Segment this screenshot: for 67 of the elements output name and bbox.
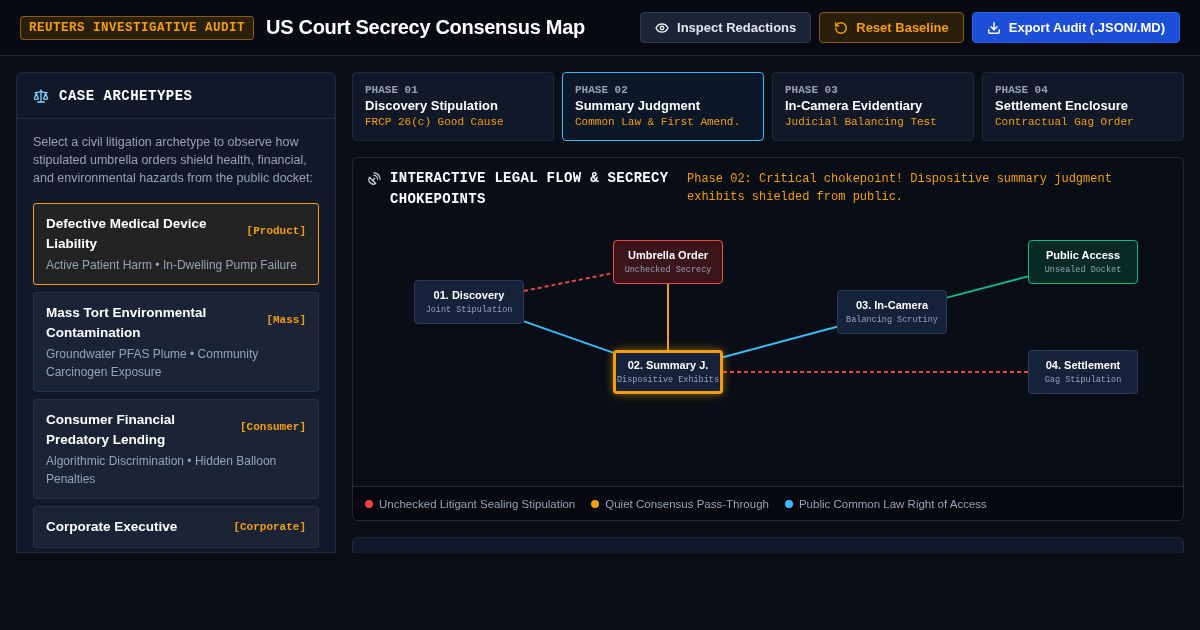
connector-line bbox=[667, 283, 669, 351]
flow-node[interactable]: 01. Discovery Joint Stipulation bbox=[414, 280, 524, 324]
node-subtitle: Unsealed Docket bbox=[1044, 265, 1122, 275]
phase-tab[interactable]: PHASE 01 Discovery Stipulation FRCP 26(c) Good Cause bbox=[352, 72, 554, 141]
download-icon bbox=[986, 20, 1001, 35]
rotate-icon bbox=[834, 20, 849, 35]
archetype-card[interactable]: Corporate Executive [Corporate] bbox=[33, 506, 319, 548]
legend-label: Unchecked Litigant Sealing Stipulation bbox=[379, 497, 576, 510]
audit-badge: REUTERS INVESTIGATIVE AUDIT bbox=[20, 15, 255, 40]
node-title: 01. Discovery bbox=[433, 289, 505, 301]
legend-label: Quiet Consensus Pass-Through bbox=[605, 497, 769, 510]
node-title: 04. Settlement bbox=[1045, 359, 1121, 371]
scale-icon bbox=[33, 87, 49, 104]
flow-node[interactable]: 02. Summary J. Dispositive Exhibits bbox=[613, 350, 723, 394]
archetype-card[interactable]: Defective Medical Device Liability [Product] Active Patient Harm • In-Dwelling Pump Failure bbox=[33, 203, 319, 285]
archetype-title: Defective Medical Device Liability bbox=[46, 215, 208, 253]
archetype-title: Mass Tort Environmental Contamination bbox=[46, 304, 208, 342]
archetype-tag: [Mass] bbox=[266, 314, 306, 326]
flow-status: Phase 02: Critical chokepoint! Dispositive summary judgment exhibits shielded from public. bbox=[687, 171, 1113, 206]
phase-title: Settlement Enclosure bbox=[995, 98, 1129, 113]
phase-title: Discovery Stipulation bbox=[365, 98, 499, 113]
export-button[interactable]: Export Audit (.JSON/.MD) bbox=[971, 12, 1180, 43]
eye-icon bbox=[655, 20, 670, 35]
archetype-detail: Algorithmic Discrimination • Hidden Balloon Penalties bbox=[46, 453, 278, 488]
node-subtitle: Dispositive Exhibits bbox=[617, 375, 719, 385]
inspect-button[interactable]: Inspect Redactions bbox=[640, 12, 812, 43]
phase-label: PHASE 04 bbox=[995, 84, 1049, 96]
node-subtitle: Unchecked Secrecy bbox=[624, 265, 712, 275]
phase-title: Summary Judgment bbox=[575, 98, 701, 113]
flow-node[interactable]: Umbrella Order Unchecked Secrecy bbox=[613, 240, 723, 284]
archetype-title: Consumer Financial Predatory Lending bbox=[46, 411, 177, 449]
node-title: Umbrella Order bbox=[627, 249, 709, 261]
flow-title: INTERACTIVE LEGAL FLOW & SECRECY CHOKEPOINTS bbox=[390, 169, 670, 209]
phase-rule: Judicial Balancing Test bbox=[785, 116, 938, 128]
node-title: 02. Summary J. bbox=[627, 359, 709, 371]
archetype-card[interactable]: Mass Tort Environmental Contamination [Mass] Groundwater PFAS Plume • Community Carcinogen Exposure bbox=[33, 292, 319, 392]
phase-label: PHASE 03 bbox=[785, 84, 839, 96]
archetype-tag: [Product] bbox=[246, 225, 306, 237]
page-title: US Court Secrecy Consensus Map bbox=[266, 16, 585, 39]
flow-node[interactable]: 03. In-Camera Balancing Scrutiny bbox=[837, 290, 947, 334]
phase-tab[interactable]: PHASE 02 Summary Judgment Common Law & First Amend. bbox=[562, 72, 764, 141]
satellite-dish-icon bbox=[367, 171, 382, 186]
phase-rule: Common Law & First Amend. bbox=[575, 116, 742, 128]
legend-label: Public Common Law Right of Access bbox=[798, 497, 987, 510]
flow-node[interactable]: Public Access Unsealed Docket bbox=[1028, 240, 1138, 284]
phase-rule: Contractual Gag Order bbox=[995, 116, 1135, 128]
node-subtitle: Balancing Scrutiny bbox=[846, 315, 938, 325]
reset-button[interactable]: Reset Baseline bbox=[819, 12, 964, 43]
archetype-title: Corporate Executive bbox=[46, 518, 178, 536]
phase-tab[interactable]: PHASE 03 In-Camera Evidentiary Judicial Balancing Test bbox=[772, 72, 974, 141]
node-subtitle: Joint Stipulation bbox=[425, 305, 513, 315]
phase-tab[interactable]: PHASE 04 Settlement Enclosure Contractual Gag Order bbox=[982, 72, 1184, 141]
archetype-tag: [Consumer] bbox=[240, 421, 306, 433]
flow-node[interactable]: 04. Settlement Gag Stipulation bbox=[1028, 350, 1138, 394]
node-subtitle: Gag Stipulation bbox=[1044, 375, 1122, 385]
sidebar-intro: Select a civil litigation archetype to observe how stipulated umbrella orders shield health, financial, and environmental hazards from the public docket: bbox=[33, 134, 315, 187]
archetype-detail: Groundwater PFAS Plume • Community Carcinogen Exposure bbox=[46, 346, 260, 381]
phase-label: PHASE 01 bbox=[365, 84, 419, 96]
phase-label: PHASE 02 bbox=[575, 84, 629, 96]
phase-rule: FRCP 26(c) Good Cause bbox=[365, 116, 505, 128]
node-title: 03. In-Camera bbox=[855, 299, 929, 311]
phase-title: In-Camera Evidentiary bbox=[785, 98, 924, 113]
sidebar-title: CASE ARCHETYPES bbox=[59, 87, 193, 104]
archetype-detail: Active Patient Harm • In-Dwelling Pump Failure bbox=[46, 257, 298, 274]
node-title: Public Access bbox=[1045, 249, 1121, 261]
archetype-tag: [Corporate] bbox=[233, 521, 306, 533]
archetype-card[interactable]: Consumer Financial Predatory Lending [Consumer] Algorithmic Discrimination • Hidden Balloon Penalties bbox=[33, 399, 319, 499]
